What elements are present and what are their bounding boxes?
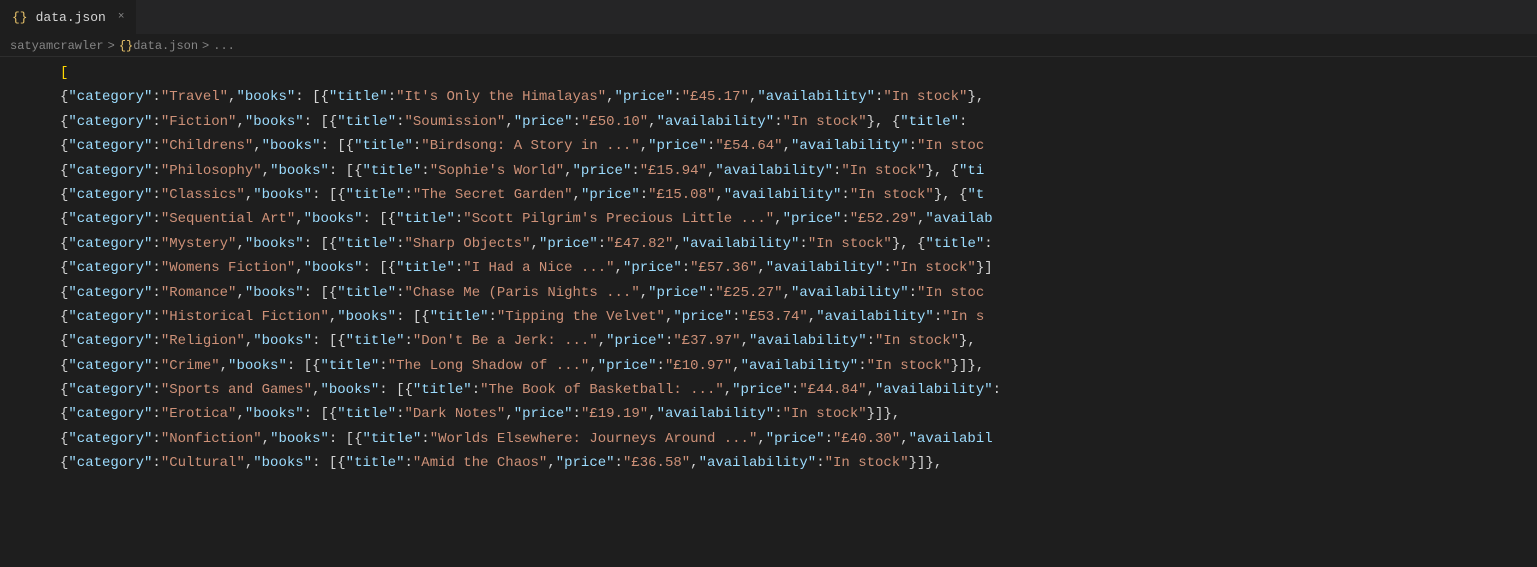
editor-line: {"category": "Crime", "books": [{"title"… — [0, 354, 1537, 378]
tab-close-button[interactable]: × — [118, 11, 125, 23]
tab-label: data.json — [36, 10, 106, 25]
json-file-icon: {} — [12, 10, 28, 25]
breadcrumb-bar: satyamcrawler > {} data.json > ... — [0, 35, 1537, 57]
breadcrumb-sep-1: > — [108, 39, 115, 53]
breadcrumb-ellipsis: ... — [213, 39, 235, 53]
editor-line: {"category": "Childrens", "books": [{"ti… — [0, 134, 1537, 158]
editor-line: {"category": "Travel", "books": [{"title… — [0, 85, 1537, 109]
editor-line: {"category": "Erotica", "books": [{"titl… — [0, 402, 1537, 426]
editor-line: {"category": "Religion", "books": [{"tit… — [0, 329, 1537, 353]
breadcrumb-workspace: satyamcrawler — [10, 39, 104, 53]
tab-data-json[interactable]: {} data.json × — [0, 0, 137, 34]
editor-line: {"category": "Sports and Games", "books"… — [0, 378, 1537, 402]
editor-line: [ — [0, 61, 1537, 85]
breadcrumb-icon: {} — [119, 39, 133, 53]
tab-bar: {} data.json × — [0, 0, 1537, 35]
editor-line: {"category": "Womens Fiction", "books": … — [0, 256, 1537, 280]
editor-line: {"category": "Philosophy", "books": [{"t… — [0, 159, 1537, 183]
editor-line: {"category": "Cultural", "books": [{"tit… — [0, 451, 1537, 475]
editor-line: {"category": "Mystery", "books": [{"titl… — [0, 232, 1537, 256]
breadcrumb-file: data.json — [133, 39, 198, 53]
editor-line: {"category": "Nonfiction", "books": [{"t… — [0, 427, 1537, 451]
editor-line: {"category": "Fiction", "books": [{"titl… — [0, 110, 1537, 134]
editor-line: {"category": "Classics", "books": [{"tit… — [0, 183, 1537, 207]
editor-line: {"category": "Historical Fiction", "book… — [0, 305, 1537, 329]
breadcrumb-sep-2: > — [202, 39, 209, 53]
editor-line: {"category": "Romance", "books": [{"titl… — [0, 281, 1537, 305]
editor-area: [ {"category": "Travel", "books": [{"tit… — [0, 57, 1537, 567]
editor-line: {"category": "Sequential Art", "books": … — [0, 207, 1537, 231]
